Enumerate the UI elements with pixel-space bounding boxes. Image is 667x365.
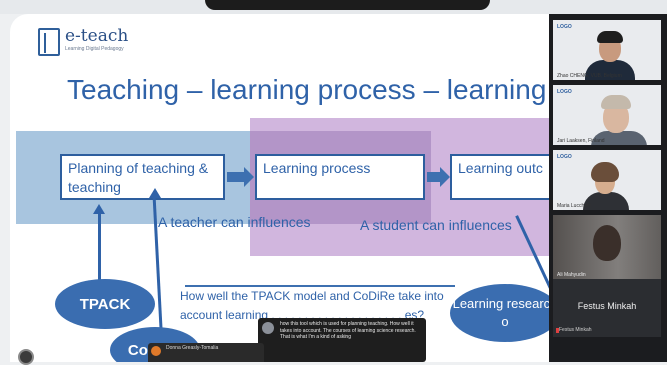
tile-logo: LOGO <box>557 154 572 160</box>
participant-name: Festus Minkah <box>559 327 592 333</box>
learning-research-ellipse: Learning research o <box>450 284 550 342</box>
teacher-caption: A teacher can influences <box>158 214 311 230</box>
participant-tile[interactable]: LOGO Jari Laaksen, Finland <box>553 85 661 145</box>
notch <box>205 0 490 10</box>
participant-name: Jari Laaksen, Finland <box>557 138 605 144</box>
chat-bubble[interactable]: Donna Greasly-Tomalia <box>148 343 264 362</box>
logo-subtitle: Learning Digital Pedagogy <box>65 46 124 52</box>
participant-tile[interactable]: LOGO Maria Lucchetti <box>553 150 661 210</box>
window-top-bar <box>0 0 667 14</box>
tile-logo: LOGO <box>557 89 572 95</box>
tpack-ellipse: TPACK <box>55 279 155 329</box>
arrow-up-icon <box>93 204 105 214</box>
participant-hair <box>597 31 623 43</box>
meeting-control-button[interactable] <box>18 349 34 365</box>
chat-author: Donna Greasly-Tomalia <box>166 345 219 351</box>
participant-tile[interactable]: LOGO Zhao CHENG, VUB, Belgium <box>553 20 661 80</box>
tpack-arrow <box>98 210 101 282</box>
participant-tile[interactable]: Ali Mahyudin <box>553 215 661 279</box>
logo-book-icon <box>38 28 60 56</box>
arrow-up-icon <box>149 188 161 198</box>
participant-hair <box>601 95 631 109</box>
student-caption: A student can influences <box>360 217 512 233</box>
participant-face <box>593 225 621 261</box>
slide-title: Teaching – learning process – learning o… <box>67 74 550 105</box>
arrow-right-icon <box>227 167 254 187</box>
arrow-right-icon <box>427 167 450 187</box>
participant-name: Maria Lucchetti <box>557 203 591 209</box>
e-teach-logo: e-teach Learning Digital Pedagogy <box>38 28 128 56</box>
participant-hair <box>591 162 619 182</box>
planning-box: Planning of teaching & teaching <box>60 154 225 200</box>
participant-name: Ali Mahyudin <box>557 272 586 278</box>
participant-name: Zhao CHENG, VUB, Belgium <box>557 73 622 79</box>
note-line-1: How well the TPACK model and CoDiRe take… <box>180 289 444 303</box>
chat-bubble[interactable]: how this tool which is used for planning… <box>258 318 426 362</box>
participant-tile[interactable]: Festus Minkah Festus Minkah <box>553 279 661 337</box>
tile-logo: LOGO <box>557 24 572 30</box>
avatar <box>262 322 274 334</box>
avatar <box>151 346 161 356</box>
participants-panel: LOGO Zhao CHENG, VUB, Belgium LOGO Jari … <box>549 14 667 362</box>
shared-slide: e-teach Learning Digital Pedagogy Teachi… <box>10 14 550 362</box>
learning-outcomes-box: Learning outc <box>450 154 550 200</box>
participant-label: Festus Minkah <box>577 301 637 311</box>
chat-message: how this tool which is used for planning… <box>280 321 416 340</box>
learning-process-box: Learning process <box>255 154 425 200</box>
logo-name: e-teach <box>65 26 129 46</box>
